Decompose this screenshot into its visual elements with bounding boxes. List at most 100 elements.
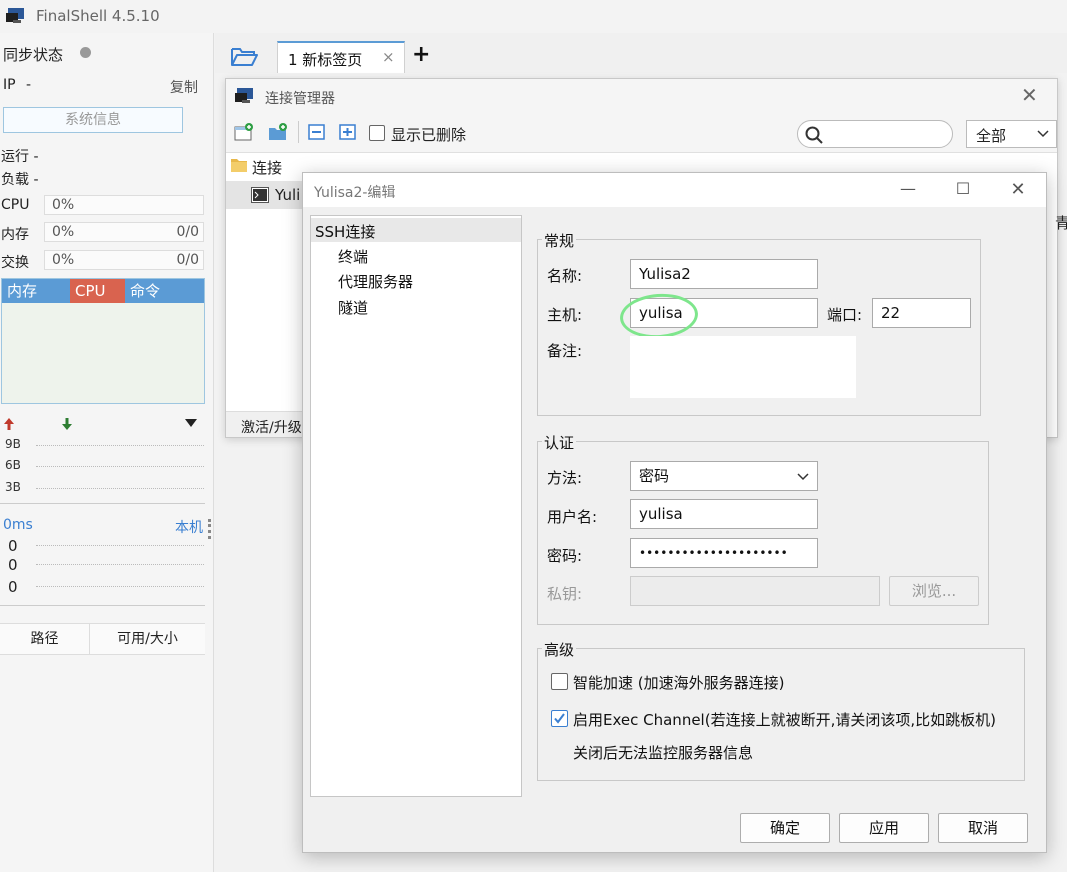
latency-gridline: [36, 564, 204, 565]
dialog-titlebar: Yulisa2-编辑 — ☐ ✕: [303, 173, 1046, 207]
window-logo-icon: [235, 88, 253, 103]
cpu-label: CPU: [1, 197, 30, 213]
upload-arrow-icon: [4, 418, 14, 430]
maximize-icon[interactable]: ☐: [948, 179, 978, 203]
system-info-button[interactable]: 系统信息: [3, 107, 183, 133]
process-table-header: 内存 CPU 命令: [2, 279, 204, 303]
search-input[interactable]: [797, 120, 953, 148]
private-key-field: [630, 576, 880, 606]
left-sidebar: 同步状态 IP - 复制 系统信息 运行 - 负载 - CPU 0% 内存 0%…: [0, 33, 214, 872]
divider: [0, 503, 205, 504]
disk-header-path[interactable]: 路径: [0, 624, 90, 654]
tab-close-icon[interactable]: ×: [382, 48, 395, 66]
checkmark-icon: [554, 713, 565, 724]
close-icon[interactable]: ✕: [1021, 83, 1038, 107]
settings-tree: SSH连接 终端 代理服务器 隧道: [310, 215, 522, 797]
download-arrow-icon: [62, 418, 72, 430]
port-field[interactable]: 22: [872, 298, 971, 328]
cpu-meter: 0%: [44, 195, 204, 215]
latency-gridline: [36, 586, 204, 587]
new-folder-icon[interactable]: [268, 123, 288, 141]
filter-select[interactable]: 全部: [966, 120, 1057, 148]
advanced-legend: 高级: [542, 639, 577, 660]
tree-item-terminal[interactable]: 终端: [338, 246, 368, 267]
exec-channel-checkbox[interactable]: [551, 710, 568, 727]
username-field[interactable]: yulisa: [630, 499, 818, 529]
new-connection-icon[interactable]: [234, 123, 254, 141]
name-label: 名称:: [547, 267, 583, 285]
tree-item-ssh[interactable]: SSH连接: [315, 221, 375, 242]
copy-link[interactable]: 复制: [170, 77, 198, 97]
clipped-label: 青: [1055, 214, 1067, 232]
interface-dropdown-icon[interactable]: [185, 419, 197, 428]
latency-value: 0: [8, 578, 18, 596]
edit-connection-dialog: Yulisa2-编辑 — ☐ ✕ SSH连接 终端 代理服务器 隧道 常规 名称…: [302, 172, 1047, 853]
cpu-value: 0%: [52, 197, 75, 213]
proc-header-cmd[interactable]: 命令: [125, 279, 204, 303]
collapse-all-icon[interactable]: [307, 123, 327, 141]
exec-channel-label: 启用Exec Channel(若连接上就被断开,请关闭该项,比如跳板机): [573, 711, 996, 729]
net-tick-3b: 3B: [5, 480, 21, 494]
mem-count: 0/0: [176, 224, 199, 240]
method-select[interactable]: 密码: [630, 461, 818, 491]
close-icon[interactable]: ✕: [1003, 179, 1033, 203]
connection-manager-status: 激活/升级: [226, 411, 306, 437]
disk-header-size[interactable]: 可用/大小: [90, 624, 205, 654]
folder-icon: [231, 159, 247, 172]
ip-label: IP: [3, 77, 16, 93]
add-tab-button[interactable]: +: [412, 42, 430, 67]
username-label: 用户名:: [547, 508, 598, 526]
method-value: 密码: [639, 467, 670, 485]
swap-meter: 0% 0/0: [44, 250, 204, 270]
password-field[interactable]: •••••••••••••••••••••: [630, 538, 818, 568]
toolbar-separator: [298, 121, 299, 143]
load-label: 负载 -: [1, 172, 39, 188]
finalshell-logo-icon: [6, 8, 24, 23]
mem-meter: 0% 0/0: [44, 222, 204, 242]
panel-resize-handle[interactable]: [208, 519, 212, 539]
open-folder-icon[interactable]: [230, 45, 258, 67]
host-label: 主机:: [547, 306, 583, 324]
connection-manager-toolbar: 显示已删除 全部: [226, 113, 1057, 153]
smart-accel-checkbox[interactable]: [551, 673, 568, 690]
swap-label: 交换: [1, 255, 29, 271]
note-textarea[interactable]: [630, 336, 856, 398]
title-bar: FinalShell 4.5.10: [0, 0, 1067, 33]
connection-manager-titlebar: 连接管理器 ✕: [226, 79, 1057, 113]
minimize-icon[interactable]: —: [893, 179, 923, 203]
chevron-down-icon: [1037, 130, 1049, 138]
local-host-link[interactable]: 本机: [175, 517, 203, 537]
divider: [0, 605, 205, 606]
port-label: 端口:: [827, 306, 863, 324]
mem-value: 0%: [52, 224, 75, 240]
connection-item-row[interactable]: Yuli: [226, 181, 306, 209]
sync-status-dot-icon: [80, 47, 91, 58]
net-gridline: [36, 466, 204, 467]
latency-value: 0: [8, 537, 18, 555]
terminal-icon: [251, 187, 269, 203]
mem-label: 内存: [1, 227, 29, 243]
tab-new[interactable]: 1 新标签页 ×: [277, 41, 405, 73]
tree-item-tunnel[interactable]: 隧道: [338, 297, 368, 318]
net-gridline: [36, 445, 204, 446]
dialog-title: Yulisa2-编辑: [314, 185, 396, 201]
expand-all-icon[interactable]: [338, 123, 358, 141]
show-deleted-checkbox[interactable]: [369, 125, 385, 141]
latency-value: 0: [8, 556, 18, 574]
cancel-button[interactable]: 取消: [938, 813, 1028, 843]
proc-header-mem[interactable]: 内存: [2, 279, 70, 303]
ok-button[interactable]: 确定: [740, 813, 830, 843]
proc-header-cpu[interactable]: CPU: [70, 279, 125, 303]
browse-button: 浏览...: [889, 576, 979, 606]
search-icon: [805, 126, 823, 144]
apply-button[interactable]: 应用: [839, 813, 929, 843]
name-field[interactable]: Yulisa2: [630, 259, 818, 289]
process-table[interactable]: 内存 CPU 命令: [1, 278, 205, 404]
connection-folder[interactable]: 连接: [252, 157, 282, 178]
note-label: 备注:: [547, 342, 583, 360]
exec-channel-note: 关闭后无法监控服务器信息: [573, 744, 754, 762]
show-deleted-label: 显示已删除: [391, 126, 467, 144]
tree-item-proxy[interactable]: 代理服务器: [338, 271, 413, 292]
activate-upgrade-link[interactable]: 激活/升级: [241, 417, 302, 437]
general-legend: 常规: [542, 230, 577, 251]
